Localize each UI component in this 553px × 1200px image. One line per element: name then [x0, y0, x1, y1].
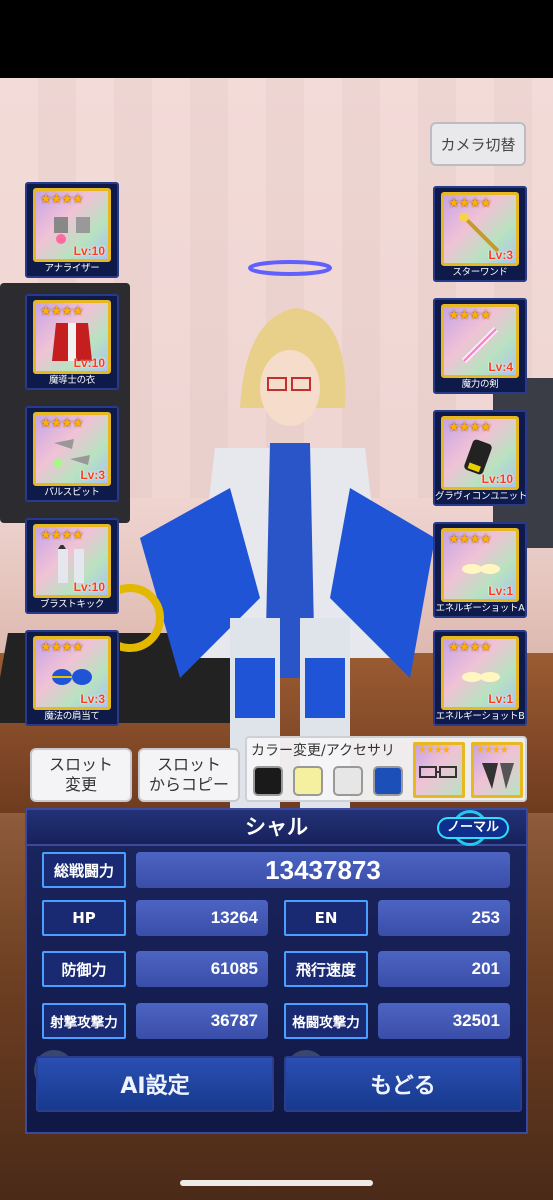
rarity-stars: ★★★★: [448, 420, 492, 435]
accessory-label: カラー変更/アクセサリ: [251, 743, 396, 759]
color-swatch-white[interactable]: [333, 766, 363, 796]
equip-slot-left-4[interactable]: ★★★★ Lv:10 ブラストキック: [25, 518, 119, 614]
equip-slot-right-1[interactable]: ★★★★ Lv:3 スターワンド: [433, 186, 527, 282]
item-level: Lv:4: [488, 360, 513, 374]
defense-label: 防御力: [42, 951, 126, 987]
item-name: パルスビット: [44, 487, 100, 498]
energy-shot-icon: [462, 564, 500, 574]
item-name: スターワンド: [452, 267, 508, 278]
item-card: ★★★★ Lv:3: [33, 412, 111, 486]
rarity-stars: ★★★★: [448, 532, 492, 547]
defense-value: 61085: [136, 951, 268, 987]
boots-icon: [58, 545, 84, 583]
melee-attack-label: 格闘攻撃力: [284, 1003, 368, 1039]
item-card: ★★★★ Lv:3: [441, 192, 519, 266]
item-name: アナライザー: [44, 263, 100, 274]
equip-slot-left-1[interactable]: ★★★★ Lv:10 アナライザー: [25, 182, 119, 278]
en-value: 253: [378, 900, 510, 936]
item-card: ★★★★ Lv:1: [441, 528, 519, 602]
flight-speed-label: 飛行速度: [284, 951, 368, 987]
equip-slot-left-3[interactable]: ★★★★ Lv:3 パルスビット: [25, 406, 119, 502]
slot-copy-button[interactable]: スロット からコピー: [138, 748, 240, 802]
item-level: Lv:10: [481, 472, 513, 486]
item-name: エネルギーショットA: [435, 603, 525, 614]
item-card: ★★★★ Lv:10: [441, 416, 519, 490]
rarity-stars: ★★★★: [476, 745, 509, 756]
color-swatch-yellow[interactable]: [293, 766, 323, 796]
ai-settings-button[interactable]: AI設定: [36, 1056, 274, 1112]
analyzer-icon: [54, 217, 90, 244]
item-name: グラヴィコンユニット: [435, 491, 528, 502]
star-wand-icon: [459, 213, 500, 253]
back-button[interactable]: もどる: [284, 1056, 522, 1112]
item-name: 魔法の肩当て: [44, 711, 100, 722]
color-swatch-blue[interactable]: [373, 766, 403, 796]
accessory-panel: カラー変更/アクセサリ ★★★★ ★★★★: [245, 736, 527, 802]
rarity-stars: ★★★★: [448, 196, 492, 211]
rarity-stars: ★★★★: [40, 192, 84, 207]
rarity-stars: ★★★★: [448, 640, 492, 655]
item-level: Lv:3: [488, 248, 513, 262]
item-level: Lv:10: [73, 580, 105, 594]
camera-switch-button[interactable]: カメラ切替: [430, 122, 526, 166]
en-label: EN: [284, 900, 368, 936]
robe-icon: [52, 323, 92, 361]
item-card: ★★★★ Lv:3: [33, 636, 111, 710]
item-card: ★★★★ Lv:10: [33, 188, 111, 262]
equip-slot-right-2[interactable]: ★★★★ Lv:4 魔力の剣: [433, 298, 527, 394]
color-swatch-black[interactable]: [253, 766, 283, 796]
item-card: ★★★★ Lv:10: [33, 524, 111, 598]
accessory-slot-glasses[interactable]: ★★★★: [413, 742, 465, 798]
equip-slot-left-5[interactable]: ★★★★ Lv:3 魔法の肩当て: [25, 630, 119, 726]
rarity-stars: ★★★★: [418, 745, 451, 756]
item-card: ★★★★ Lv:1: [441, 636, 519, 710]
energy-shot-icon: [462, 672, 500, 682]
rarity-stars: ★★★★: [40, 304, 84, 319]
item-name: 魔力の剣: [461, 379, 499, 390]
total-power-value: 13437873: [136, 852, 510, 888]
hp-label: HP: [42, 900, 126, 936]
rarity-stars: ★★★★: [40, 416, 84, 431]
magic-sword-icon: [461, 326, 499, 364]
rarity-stars: ★★★★: [40, 640, 84, 655]
equip-slot-right-5[interactable]: ★★★★ Lv:1 エネルギーショットB: [433, 630, 527, 726]
shooting-attack-label: 射撃攻撃力: [42, 1003, 126, 1039]
total-power-label: 総戦闘力: [42, 852, 126, 888]
item-level: Lv:10: [73, 244, 105, 258]
item-card: ★★★★ Lv:4: [441, 304, 519, 378]
item-level: Lv:1: [488, 584, 513, 598]
equip-slot-right-3[interactable]: ★★★★ Lv:10 グラヴィコンユニット: [433, 410, 527, 506]
item-level: Lv:10: [73, 356, 105, 370]
shooting-attack-value: 36787: [136, 1003, 268, 1039]
item-level: Lv:1: [488, 692, 513, 706]
rarity-stars: ★★★★: [448, 308, 492, 323]
item-level: Lv:3: [80, 468, 105, 482]
status-bar: [0, 0, 553, 78]
equip-slot-right-4[interactable]: ★★★★ Lv:1 エネルギーショットA: [433, 522, 527, 618]
flight-speed-value: 201: [378, 951, 510, 987]
gravicon-unit-icon: [464, 439, 492, 475]
rarity-stars: ★★★★: [40, 528, 84, 543]
item-name: エネルギーショットB: [435, 711, 525, 722]
hp-value: 13264: [136, 900, 268, 936]
item-name: 魔導士の衣: [48, 375, 95, 386]
item-card: ★★★★ Lv:10: [33, 300, 111, 374]
pulse-bit-icon: [54, 439, 90, 467]
slot-change-button[interactable]: スロット 変更: [30, 748, 132, 802]
rank-badge[interactable]: ノーマル: [437, 817, 509, 839]
accessory-slot-hair-clip[interactable]: ★★★★: [471, 742, 523, 798]
item-level: Lv:3: [80, 692, 105, 706]
home-indicator[interactable]: [180, 1180, 373, 1186]
equip-slot-left-2[interactable]: ★★★★ Lv:10 魔導士の衣: [25, 294, 119, 390]
melee-attack-value: 32501: [378, 1003, 510, 1039]
item-name: ブラストキック: [39, 599, 105, 610]
shoulder-guard-icon: [52, 669, 92, 685]
